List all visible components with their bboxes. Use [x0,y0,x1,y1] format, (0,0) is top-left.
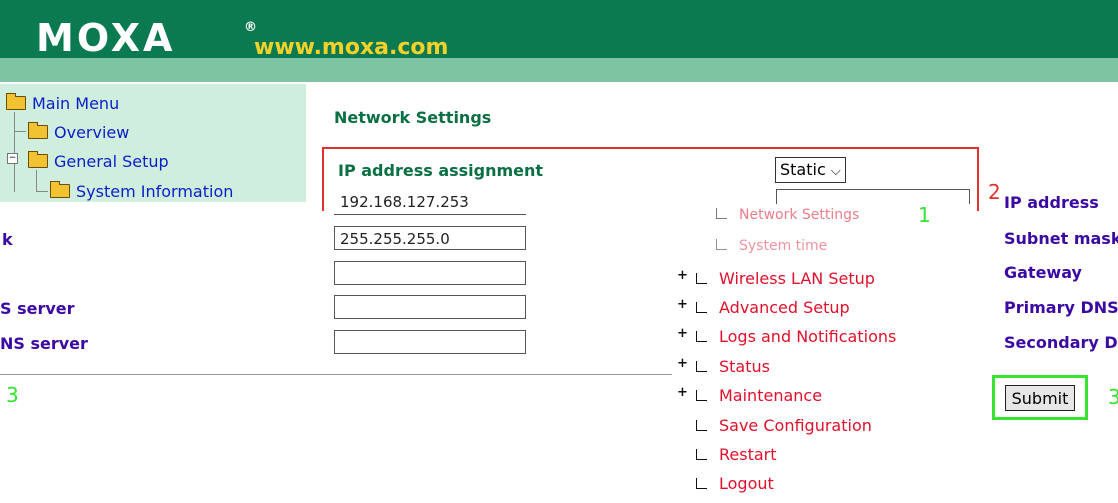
menu-node-icon [696,420,707,431]
menu-item-maintenance[interactable]: Maintenance [696,386,822,405]
menu-item-logout[interactable]: Logout [696,474,774,493]
expand-icon[interactable]: + [677,297,688,312]
step-marker: 2 [988,180,1001,204]
primary-dns-label: Primary DNS [1004,298,1118,317]
header-band [0,58,1118,82]
page-title: Network Settings [334,108,492,127]
menu-node-icon [696,361,707,372]
ip-address-label: IP address [1004,193,1099,212]
field-label-fragment: NS server [0,334,88,353]
expand-icon[interactable]: + [677,356,688,371]
registered-mark: ® [244,20,257,35]
sidebar-item-label: System Information [76,182,234,201]
step-marker: 3 [1108,385,1118,409]
menu-item-label: Save Configuration [719,416,872,435]
collapse-icon[interactable]: − [7,153,18,164]
sidebar-item-label: Overview [54,123,130,142]
expand-icon[interactable]: + [677,268,688,283]
ip-address-field[interactable]: 192.168.127.253 [334,193,526,215]
sidebar-item-overview[interactable]: Overview [28,122,130,142]
tree-line [14,131,26,132]
sidebar-item-label: Main Menu [32,94,120,113]
expand-icon[interactable]: + [677,326,688,341]
menu-node-icon [696,390,707,401]
menu-item-logs-and-notifications[interactable]: Logs and Notifications [696,327,896,346]
open-folder-icon [28,151,48,168]
menu-item-label: Advanced Setup [719,298,850,317]
menu-item-label: Restart [719,445,777,464]
menu-item-status[interactable]: Status [696,357,770,376]
menu-node-icon [696,302,707,313]
ip-assignment-select[interactable]: Static ⌵ [775,157,846,183]
menu-item-label: System time [739,238,828,254]
expand-icon[interactable]: + [677,385,688,400]
menu-item-system-time[interactable]: System time [716,238,827,254]
menu-node-icon [696,331,707,342]
menu-item-label: Network Settings [739,207,860,223]
sidebar-item-main-menu[interactable]: Main Menu [6,93,120,113]
folder-icon [28,122,48,139]
sidebar-item-general-setup[interactable]: General Setup [28,151,169,171]
sidebar-item-system-information[interactable]: System Information [50,181,234,201]
menu-item-label: Logout [719,474,774,493]
menu-item-wireless-lan-setup[interactable]: Wireless LAN Setup [696,269,875,288]
step-marker: 3 [6,383,19,407]
text-field-edge [776,189,970,204]
ip-assignment-label: IP address assignment [338,161,544,180]
gateway-field[interactable] [334,261,526,285]
menu-item-label: Status [719,357,770,376]
secondary-dns-label: Secondary D [1004,333,1118,352]
subnet-mask-label: Subnet mask [1004,229,1118,248]
menu-node-icon [696,273,707,284]
folder-icon [50,181,70,198]
menu-item-advanced-setup[interactable]: Advanced Setup [696,298,850,317]
chevron-down-icon: ⌵ [830,164,841,179]
moxa-logo: MOXA [36,16,176,60]
website-link[interactable]: www.moxa.com [254,36,448,60]
tree-line [14,112,15,192]
field-label-fragment: k [2,230,13,249]
menu-item-label: Logs and Notifications [719,327,897,346]
menu-node-icon [696,478,707,489]
menu-item-label: Wireless LAN Setup [719,269,875,288]
menu-item-save-configuration[interactable]: Save Configuration [696,416,872,435]
divider [0,374,672,375]
menu-item-network-settings[interactable]: Network Settings [716,207,859,223]
sidebar-item-label: General Setup [54,152,169,171]
field-label-fragment: S server [0,299,75,318]
open-folder-icon [6,93,26,110]
gateway-label: Gateway [1004,263,1082,282]
tree-line [36,191,48,192]
menu-item-restart[interactable]: Restart [696,445,777,464]
select-value: Static [780,160,826,179]
submit-button[interactable]: Submit [1005,385,1075,411]
menu-node-icon [716,239,727,250]
menu-node-icon [696,449,707,460]
menu-item-label: Maintenance [719,386,823,405]
step-marker: 1 [918,203,931,227]
tree-line [36,170,37,192]
primary-dns-field[interactable] [334,295,526,319]
subnet-mask-field[interactable]: 255.255.255.0 [334,226,526,250]
secondary-dns-field[interactable] [334,330,526,354]
menu-node-icon [716,208,727,219]
